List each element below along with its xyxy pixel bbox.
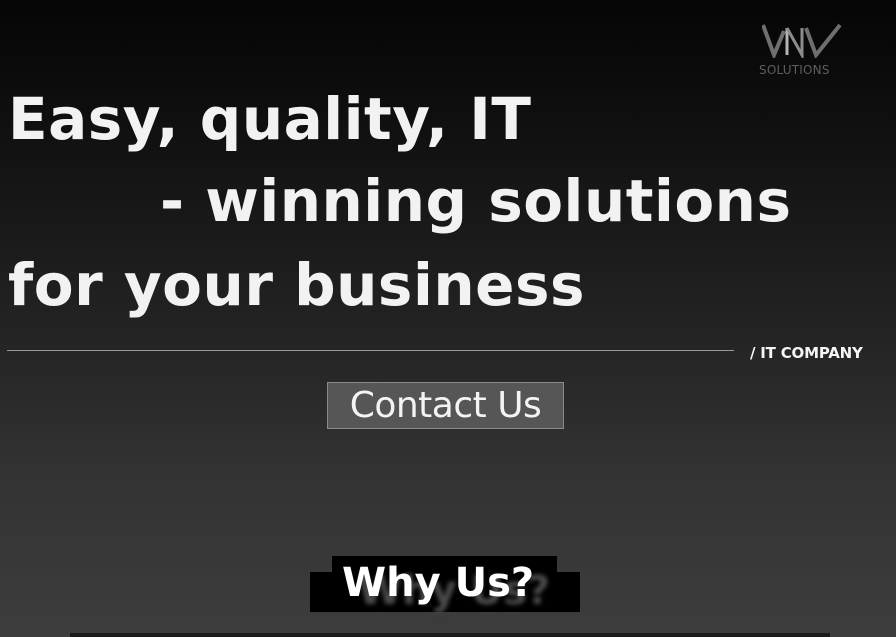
contact-us-button[interactable]: Contact Us	[327, 382, 564, 429]
hero-headline-line-3: for your business	[8, 251, 586, 319]
why-us-title: Why Us?	[342, 560, 535, 606]
why-us-section-header: Why Us? Why Us?	[310, 556, 582, 614]
hero-headline-line-2: - winning solutions	[160, 167, 792, 235]
logo-text: SOLUTIONS	[759, 63, 830, 77]
next-section-edge	[70, 633, 830, 637]
hero-divider	[7, 350, 734, 351]
company-logo[interactable]: SOLUTIONS	[756, 22, 846, 80]
wn-logo-icon	[762, 23, 842, 58]
hero-headline-line-1: Easy, quality, IT	[8, 85, 532, 153]
company-tag: / IT COMPANY	[750, 344, 863, 362]
